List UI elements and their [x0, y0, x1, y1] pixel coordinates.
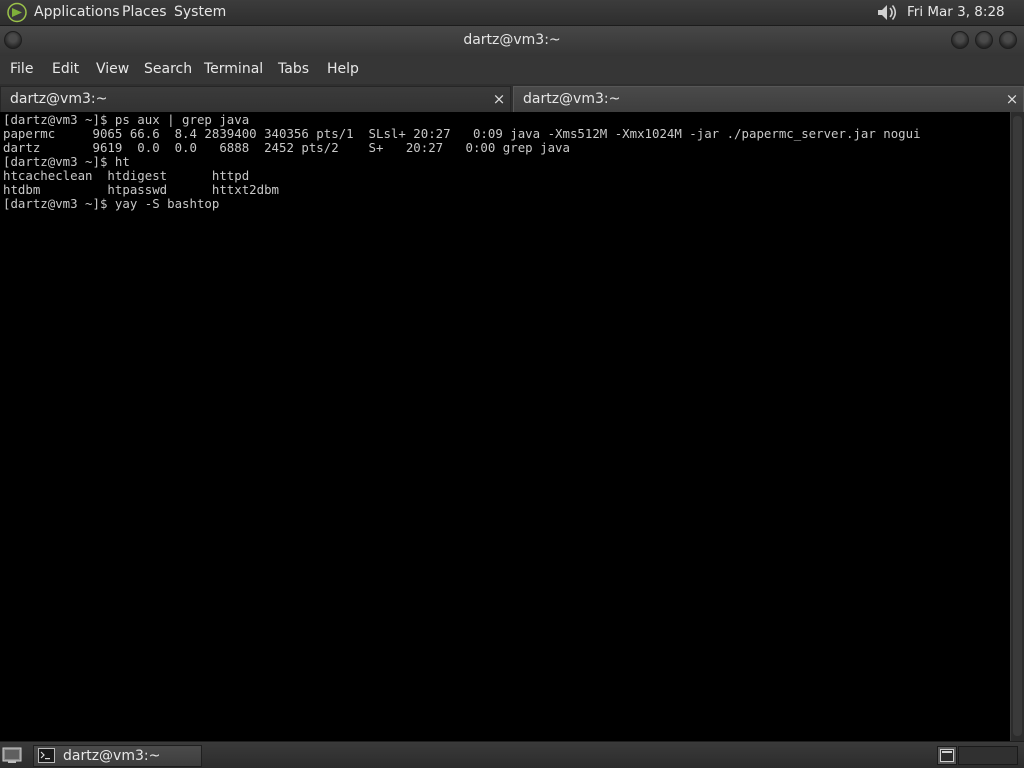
tab-2-label: dartz@vm3:~	[523, 91, 621, 107]
applications-menu[interactable]: Applications	[34, 0, 120, 25]
terminal-icon	[38, 748, 55, 763]
tab-2-active[interactable]: dartz@vm3:~ ×	[513, 86, 1024, 112]
taskbar-window-label: dartz@vm3:~	[63, 748, 161, 764]
scrollbar-thumb[interactable]	[1013, 116, 1022, 736]
clock[interactable]: Fri Mar 3, 8:28 PM	[907, 0, 1024, 45]
terminal-line: [dartz@vm3 ~]$ ps aux | grep java	[3, 112, 250, 127]
tab-1[interactable]: dartz@vm3:~ ×	[0, 86, 511, 112]
window-titlebar[interactable]: dartz@vm3:~	[0, 26, 1024, 56]
maximize-button[interactable]	[975, 31, 993, 49]
close-window-button[interactable]	[999, 31, 1017, 49]
taskbar-window-button[interactable]: dartz@vm3:~	[33, 745, 202, 767]
tab-2-close-icon[interactable]: ×	[1004, 88, 1020, 110]
distro-logo-icon[interactable]	[6, 2, 28, 23]
terminal-line: [dartz@vm3 ~]$ ht	[3, 154, 130, 169]
terminal-output[interactable]: [dartz@vm3 ~]$ ps aux | grep java paperm…	[0, 112, 1010, 741]
tab-bar: dartz@vm3:~ × dartz@vm3:~ ×	[0, 84, 1024, 112]
workspace-icon	[940, 749, 954, 762]
menu-tabs[interactable]: Tabs	[278, 56, 309, 83]
minimize-button[interactable]	[951, 31, 969, 49]
tab-1-close-icon[interactable]: ×	[491, 88, 507, 110]
terminal-scrollbar[interactable]	[1010, 112, 1024, 741]
workspace-1[interactable]	[937, 746, 957, 765]
places-menu[interactable]: Places	[122, 0, 167, 25]
show-desktop-icon[interactable]	[2, 745, 22, 765]
window-title: dartz@vm3:~	[463, 32, 561, 48]
menu-view[interactable]: View	[96, 56, 129, 83]
terminal-line: dartz 9619 0.0 0.0 6888 2452 pts/2 S+ 20…	[3, 140, 570, 155]
workspace-2[interactable]	[958, 746, 1018, 765]
menu-edit[interactable]: Edit	[52, 56, 79, 83]
top-panel: Applications Places System Fri Mar 3, 8:…	[0, 0, 1024, 45]
terminal-menubar: File Edit View Search Terminal Tabs Help	[0, 56, 1024, 84]
terminal-line: htcacheclean htdigest httpd	[3, 168, 250, 183]
menu-file[interactable]: File	[10, 56, 33, 83]
terminal-lines: [dartz@vm3 ~]$ ps aux | grep java paperm…	[0, 112, 1010, 211]
volume-icon[interactable]	[875, 2, 899, 23]
bottom-panel: dartz@vm3:~	[0, 741, 1024, 768]
system-menu[interactable]: System	[174, 0, 226, 25]
menu-terminal[interactable]: Terminal	[204, 56, 263, 83]
menu-help[interactable]: Help	[327, 56, 359, 83]
terminal-line: [dartz@vm3 ~]$ yay -S bashtop	[3, 196, 220, 211]
terminal-line: papermc 9065 66.6 8.4 2839400 340356 pts…	[3, 126, 921, 141]
tab-1-label: dartz@vm3:~	[10, 91, 108, 107]
menu-search[interactable]: Search	[144, 56, 192, 83]
terminal-line: htdbm htpasswd httxt2dbm	[3, 182, 280, 197]
